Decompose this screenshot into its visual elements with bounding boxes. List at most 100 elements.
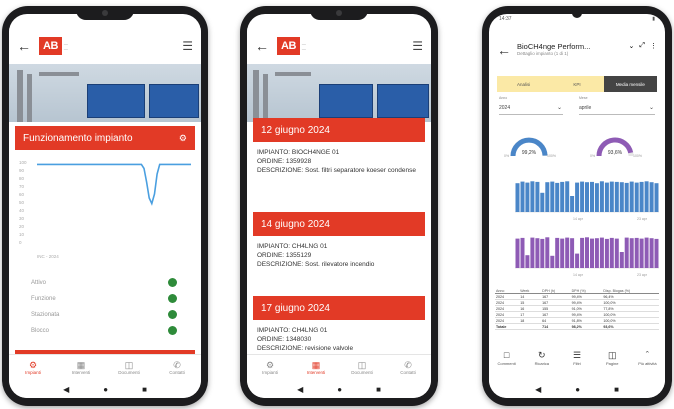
nav-back-icon[interactable]: ◀ xyxy=(535,385,541,394)
view-switch: Analisi KPI Media mensile xyxy=(497,76,657,92)
bar xyxy=(535,238,540,268)
intervention-card[interactable]: IMPIANTO: BIOCH4NGE 01 ORDINE: 1359928 D… xyxy=(257,148,425,175)
camera xyxy=(102,10,108,16)
nav-back-icon[interactable]: ◀ xyxy=(297,385,303,394)
tab-impianti[interactable]: ⚙ Impianti xyxy=(9,355,57,380)
nav-home-icon[interactable]: ● xyxy=(337,385,342,394)
y-tick-label: 100 xyxy=(19,160,27,165)
summary-table: Anno Week DPH (h) DPH (%) Disp. Biogas (%) 20… xyxy=(495,288,659,330)
nav-back-icon[interactable]: ◀ xyxy=(63,385,69,394)
segment-analisi[interactable]: Analisi xyxy=(497,76,551,92)
bar xyxy=(555,237,560,268)
action-commenti[interactable]: □ Commenti xyxy=(489,350,524,376)
nav-recents-icon[interactable]: ■ xyxy=(614,385,619,394)
intervention-card[interactable]: IMPIANTO: CH4LNG 01 ORDINE: 1348030 DESC… xyxy=(257,326,425,353)
menu-icon[interactable]: ☰ xyxy=(182,39,193,53)
settings-icon[interactable]: ⚙ xyxy=(179,133,187,144)
refresh-icon: ↻ xyxy=(538,350,546,360)
table-cell xyxy=(519,323,542,330)
bar xyxy=(550,181,555,212)
card-ordine: ORDINE: 1348030 xyxy=(257,336,312,343)
report-title: BioCH4nge Perform... xyxy=(517,42,591,51)
tab-interventi[interactable]: ▦ Interventi xyxy=(57,355,105,380)
logo-tagline: — — xyxy=(301,41,306,51)
nav-recents-icon[interactable]: ■ xyxy=(376,385,381,394)
bar xyxy=(540,238,545,268)
action-pagine[interactable]: ◫ Pagine xyxy=(595,350,630,376)
logo-mark: AB xyxy=(277,37,300,55)
bar xyxy=(609,237,614,268)
bar xyxy=(604,238,609,268)
tab-contatti[interactable]: ✆ Contatti xyxy=(153,355,201,380)
system-nav-bar: ◀ ● ■ xyxy=(489,380,665,398)
bar xyxy=(654,238,659,268)
chevron-down-icon[interactable]: ⌄ xyxy=(629,42,635,50)
y-tick-label: 70 xyxy=(19,184,25,189)
action-more[interactable]: ˆ Più attività xyxy=(630,350,665,376)
bar xyxy=(614,181,619,212)
tab-impianti[interactable]: ⚙ Impianti xyxy=(247,355,293,380)
menu-icon[interactable]: ☰ xyxy=(412,39,423,53)
back-arrow-icon[interactable]: ← xyxy=(17,38,33,54)
action-ricarica[interactable]: ↻ Ricarica xyxy=(524,350,559,376)
document-icon: ◫ xyxy=(357,360,367,370)
y-tick-label: 40 xyxy=(19,208,25,213)
operation-chart-svg: 1009080706050403020100INC - 2024 xyxy=(19,160,191,259)
y-tick-label: 80 xyxy=(19,176,25,181)
chevron-down-icon[interactable]: ⌄ xyxy=(649,104,654,111)
phone-3: 14:37 ▮ ← BioCH4nge Perform... Dettaglio… xyxy=(482,6,672,406)
tab-documenti[interactable]: ◫ Documenti xyxy=(339,355,385,380)
operation-line xyxy=(37,163,191,206)
logo: AB — — xyxy=(277,37,306,55)
bar xyxy=(644,181,649,212)
bar xyxy=(594,183,599,212)
tab-contatti[interactable]: ✆ Contatti xyxy=(385,355,431,380)
card-date-header[interactable]: 17 giugno 2024 xyxy=(253,296,425,320)
expand-icon[interactable]: ⤢ xyxy=(639,42,645,50)
back-arrow-icon[interactable]: ← xyxy=(497,42,513,58)
table-cell: 93,6% xyxy=(602,323,659,330)
bar xyxy=(594,238,599,268)
nav-home-icon[interactable]: ● xyxy=(575,385,580,394)
y-tick-label: 50 xyxy=(19,200,25,205)
x-tick-label: 23 apr xyxy=(637,217,648,221)
tab-bar: ⚙ Impianti ▦ Interventi ◫ Documenti ✆ Contat… xyxy=(9,354,201,380)
bar xyxy=(570,238,575,268)
card-ordine: ORDINE: 1355129 xyxy=(257,252,312,259)
y-tick-label: 60 xyxy=(19,192,25,197)
bar xyxy=(599,237,604,268)
nav-home-icon[interactable]: ● xyxy=(103,385,108,394)
year-underline xyxy=(499,114,563,115)
bar xyxy=(649,182,654,212)
action-label: Commenti xyxy=(497,361,516,366)
tab-interventi[interactable]: ▦ Interventi xyxy=(293,355,339,380)
bar xyxy=(545,237,550,268)
table-cell: 98,2% xyxy=(570,323,603,330)
phone-icon: ✆ xyxy=(173,360,181,370)
nav-recents-icon[interactable]: ■ xyxy=(142,385,147,394)
card-date-header[interactable]: 12 giugno 2024 xyxy=(253,118,425,142)
stage: ← AB — — ☰ Funzionamento impianto ⚙ 100 90… xyxy=(0,0,674,409)
segment-kpi[interactable]: KPI xyxy=(550,76,604,92)
battery-icon: ▮ xyxy=(652,16,655,22)
bar xyxy=(580,181,585,212)
status-label: Attivo xyxy=(31,279,47,286)
report-subtitle: Dettaglio impianto (1 di 1) xyxy=(517,51,569,56)
card-date-header[interactable]: 14 giugno 2024 xyxy=(253,212,425,236)
status-row: Blocco xyxy=(31,326,177,335)
year-select[interactable]: 2024 xyxy=(499,105,510,111)
back-arrow-icon[interactable]: ← xyxy=(255,38,271,54)
segment-media-mensile[interactable]: Media mensile xyxy=(603,76,657,92)
month-select[interactable]: aprile xyxy=(579,105,591,111)
tab-documenti[interactable]: ◫ Documenti xyxy=(105,355,153,380)
action-filtri[interactable]: ☰ Filtri xyxy=(559,350,594,376)
app-bar: ← AB — — ☰ xyxy=(9,28,201,64)
intervention-card[interactable]: IMPIANTO: CH4LNG 01 ORDINE: 1355129 DESC… xyxy=(257,242,425,269)
x-range-label: INC - 2024 xyxy=(37,254,59,259)
x-tick-label: 14 apr xyxy=(573,217,584,221)
bar xyxy=(649,238,654,268)
gauges: 99,2% 0% 100% 93,6% 0% 100% xyxy=(504,137,642,158)
more-icon[interactable]: ⋮ xyxy=(650,42,657,50)
bar xyxy=(634,182,639,212)
chevron-down-icon[interactable]: ⌄ xyxy=(557,104,562,111)
